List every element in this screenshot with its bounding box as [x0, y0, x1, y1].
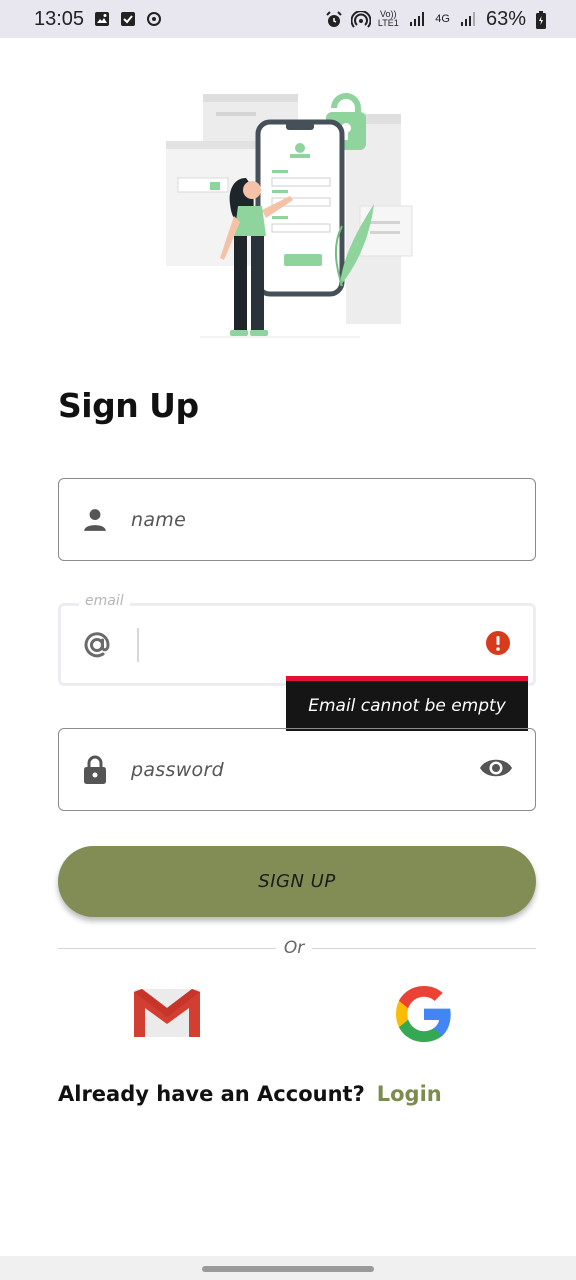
name-placeholder: name: [131, 508, 187, 531]
google-icon[interactable]: [392, 982, 456, 1046]
email-field[interactable]: email: [58, 593, 536, 686]
status-bar: 13:05 Vo)) LTE1 4G 63%: [0, 0, 576, 38]
lock-icon: [59, 755, 131, 785]
volte-label: Vo)) LTE1: [377, 9, 399, 28]
image-icon: [94, 11, 110, 27]
eye-icon[interactable]: [479, 756, 513, 784]
signal-icon: [460, 11, 476, 27]
gmail-icon[interactable]: [132, 986, 202, 1040]
sync-icon: [146, 11, 162, 27]
divider-right: [312, 948, 536, 949]
login-question: Already have an Account?: [58, 1082, 365, 1106]
alarm-icon: [325, 11, 342, 27]
password-field[interactable]: password: [58, 728, 536, 811]
gesture-nav-bar: [0, 1256, 576, 1280]
checkbox-icon: [120, 11, 136, 27]
login-link[interactable]: Login: [377, 1082, 442, 1106]
status-right: Vo)) LTE1 4G 63%: [325, 8, 546, 31]
network-label: 4G: [435, 12, 450, 25]
login-prompt: Already have an Account? Login: [58, 1082, 442, 1106]
name-field[interactable]: name: [58, 478, 536, 561]
hotspot-icon: [350, 10, 372, 28]
text-cursor: [137, 627, 139, 662]
error-icon: [485, 630, 511, 660]
at-icon: [61, 629, 133, 661]
status-time: 13:05: [34, 7, 85, 30]
battery-percent: 63%: [485, 7, 526, 30]
signal-icon: [409, 11, 425, 27]
signup-screen: 13:05 Vo)) LTE1 4G 63% Sign Up name emai…: [0, 0, 576, 1280]
signup-illustration: [160, 86, 420, 342]
email-error-tooltip: Email cannot be empty: [286, 676, 528, 731]
password-placeholder: password: [131, 758, 224, 781]
status-left: 13:05: [34, 8, 162, 31]
or-label: Or: [283, 938, 305, 958]
divider-left: [58, 948, 276, 949]
signup-button[interactable]: SIGN UP: [58, 846, 536, 917]
home-handle[interactable]: [202, 1266, 374, 1272]
person-icon: [59, 507, 131, 533]
page-title: Sign Up: [58, 386, 199, 425]
battery-icon: [536, 11, 546, 29]
email-label: email: [79, 593, 130, 609]
